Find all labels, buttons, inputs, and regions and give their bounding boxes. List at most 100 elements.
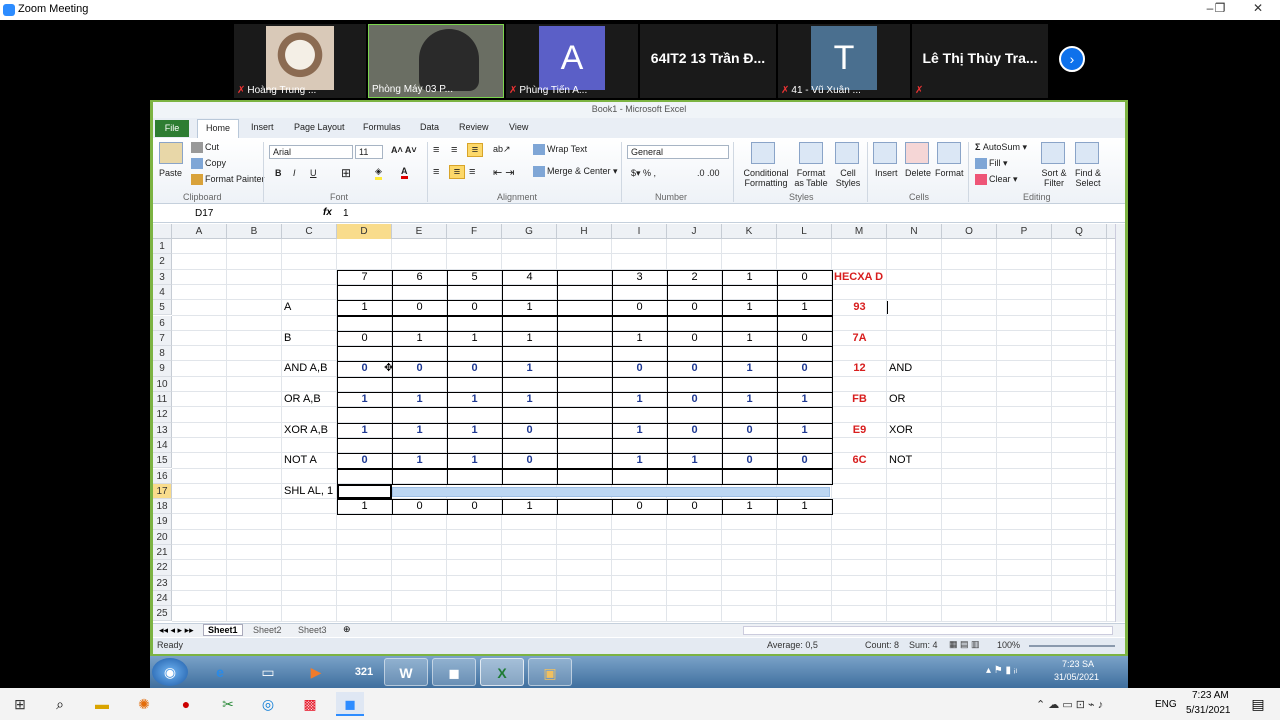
column-header-B[interactable]: B bbox=[227, 224, 282, 239]
zoom-app-icon[interactable]: ◼ bbox=[432, 658, 476, 686]
sheet-tab-3[interactable]: Sheet3 bbox=[298, 625, 327, 635]
bit-cell[interactable]: 1 bbox=[722, 331, 777, 346]
bit-cell[interactable]: 0 bbox=[447, 361, 502, 376]
bit-cell[interactable]: 1 bbox=[612, 331, 667, 346]
tab-review[interactable]: Review bbox=[459, 122, 489, 132]
align-center-icon[interactable]: ≡ bbox=[449, 165, 465, 179]
explorer-icon[interactable]: ▭ bbox=[246, 658, 290, 686]
orientation-icon[interactable]: ab↗ bbox=[493, 144, 511, 155]
bit-cell[interactable]: 0 bbox=[777, 331, 832, 346]
bit-cell[interactable]: 0 bbox=[667, 423, 722, 438]
row-header-14[interactable]: 14 bbox=[153, 437, 172, 454]
row-label[interactable]: B bbox=[284, 331, 291, 346]
op-label[interactable]: AND bbox=[889, 361, 912, 376]
fill-button[interactable]: Fill ▾ bbox=[975, 158, 1008, 170]
bit-cell[interactable]: 0 bbox=[722, 453, 777, 468]
bit-cell[interactable]: 1 bbox=[612, 392, 667, 407]
column-header-C[interactable]: C bbox=[282, 224, 337, 239]
font-size-field[interactable]: 11 bbox=[355, 145, 383, 159]
bit-cell[interactable]: 1 bbox=[722, 499, 777, 514]
bit-cell[interactable]: 1 bbox=[337, 423, 392, 438]
office-icon[interactable]: ▩ bbox=[296, 692, 324, 716]
tab-data[interactable]: Data bbox=[420, 122, 439, 132]
autosum-button[interactable]: Σ AutoSum ▾ bbox=[975, 142, 1027, 153]
font-name-field[interactable]: Arial bbox=[269, 145, 353, 159]
row-header-6[interactable]: 6 bbox=[153, 315, 172, 331]
participant-tile[interactable]: T ✗ 41 - Vũ Xuân ... bbox=[778, 24, 910, 98]
bit-cell[interactable]: 0 bbox=[392, 499, 447, 514]
row-header-3[interactable]: 3 bbox=[153, 269, 172, 285]
align-left-icon[interactable]: ≡ bbox=[433, 166, 439, 178]
bit-cell[interactable]: 1 bbox=[337, 392, 392, 407]
sort-filter-button[interactable]: Sort & Filter bbox=[1037, 168, 1071, 188]
bit-cell[interactable]: 0 bbox=[777, 453, 832, 468]
row-header-21[interactable]: 21 bbox=[153, 545, 172, 561]
bit-cell[interactable]: 1 bbox=[392, 423, 447, 438]
excel-icon[interactable]: X bbox=[480, 658, 524, 686]
function-icon[interactable]: fx bbox=[323, 207, 332, 218]
align-top-icon[interactable]: ≡ bbox=[433, 144, 439, 156]
bit-cell[interactable]: 1 bbox=[722, 361, 777, 376]
bit-cell[interactable]: 0 bbox=[447, 300, 502, 315]
op-label[interactable]: NOT bbox=[889, 453, 912, 468]
row-label[interactable]: OR A,B bbox=[284, 392, 321, 407]
file-explorer-icon[interactable]: ▬ bbox=[88, 692, 116, 716]
bit-cell[interactable]: 1 bbox=[337, 300, 392, 315]
calendar-icon[interactable]: 321 bbox=[342, 658, 386, 686]
bit-cell[interactable]: 1 bbox=[502, 392, 557, 407]
bit-cell[interactable]: 0 bbox=[612, 499, 667, 514]
close-icon[interactable]: ✕ bbox=[1249, 1, 1267, 19]
vertical-scrollbar[interactable] bbox=[1115, 224, 1125, 622]
bit-cell[interactable]: 1 bbox=[777, 499, 832, 514]
column-header-P[interactable]: P bbox=[997, 224, 1052, 239]
column-header-A[interactable]: A bbox=[172, 224, 227, 239]
bit-cell[interactable]: 1 bbox=[502, 300, 557, 315]
bit-header[interactable]: 2 bbox=[667, 270, 722, 285]
tab-insert[interactable]: Insert bbox=[251, 122, 274, 132]
participant-tile[interactable]: ✗ Hoàng Trung ... bbox=[234, 24, 366, 98]
horizontal-scrollbar[interactable] bbox=[743, 626, 1113, 635]
bit-cell[interactable]: 1 bbox=[502, 499, 557, 514]
bit-cell[interactable]: 1 bbox=[612, 423, 667, 438]
italic-icon[interactable]: I bbox=[293, 168, 296, 178]
bold-icon[interactable]: B bbox=[275, 168, 282, 178]
row-header-1[interactable]: 1 bbox=[153, 239, 172, 255]
clear-button[interactable]: Clear ▾ bbox=[975, 174, 1018, 186]
paste-button[interactable]: Paste bbox=[159, 168, 182, 178]
row-header-18[interactable]: 18 bbox=[153, 499, 172, 515]
app-icon[interactable]: ✺ bbox=[130, 692, 158, 716]
row-header-4[interactable]: 4 bbox=[153, 284, 172, 301]
sheet-nav-icon[interactable]: ◂◂ ◂ ▸ ▸▸ bbox=[159, 625, 194, 636]
tab-formulas[interactable]: Formulas bbox=[363, 122, 401, 132]
column-header-D[interactable]: D bbox=[337, 224, 392, 239]
tray-icons[interactable]: ▴ ⚑ ▮ ᵢₗ bbox=[986, 665, 1017, 676]
currency-icon[interactable]: $▾ % , bbox=[631, 168, 656, 179]
format-painter-button[interactable]: Format Painter bbox=[191, 174, 265, 186]
column-header-M[interactable]: M bbox=[832, 224, 887, 239]
format-button[interactable]: Format bbox=[935, 168, 964, 178]
row-label[interactable]: A bbox=[284, 300, 291, 315]
bit-cell[interactable]: 1 bbox=[777, 423, 832, 438]
active-cell[interactable] bbox=[337, 483, 392, 500]
bit-cell[interactable]: 0 bbox=[612, 361, 667, 376]
bit-cell[interactable]: 1 bbox=[447, 331, 502, 346]
tab-view[interactable]: View bbox=[509, 122, 528, 132]
bit-cell[interactable]: 1 bbox=[502, 331, 557, 346]
row-label[interactable]: XOR A,B bbox=[284, 423, 328, 438]
shl-label[interactable]: SHL AL, 1 bbox=[284, 484, 333, 499]
copy-button[interactable]: Copy bbox=[191, 158, 226, 170]
decimal-icon[interactable]: .0 .00 bbox=[697, 168, 720, 178]
hex-value[interactable]: 93 bbox=[832, 300, 887, 315]
hex-value[interactable]: 12 bbox=[832, 361, 887, 376]
grow-font-icon[interactable]: A˄ A˅ bbox=[391, 145, 417, 155]
bit-header[interactable]: 3 bbox=[612, 270, 667, 285]
fill-color-icon[interactable]: ◈ bbox=[375, 166, 382, 180]
row-header-20[interactable]: 20 bbox=[153, 529, 172, 545]
bit-header[interactable]: 1 bbox=[722, 270, 777, 285]
tab-file[interactable]: File bbox=[155, 120, 189, 137]
bit-cell[interactable]: 0 bbox=[392, 361, 447, 376]
row-header-9[interactable]: 9 bbox=[153, 361, 172, 377]
cut-button[interactable]: Cut bbox=[191, 142, 219, 154]
format-table-button[interactable]: Format as Table bbox=[791, 168, 831, 188]
column-header-L[interactable]: L bbox=[777, 224, 832, 239]
